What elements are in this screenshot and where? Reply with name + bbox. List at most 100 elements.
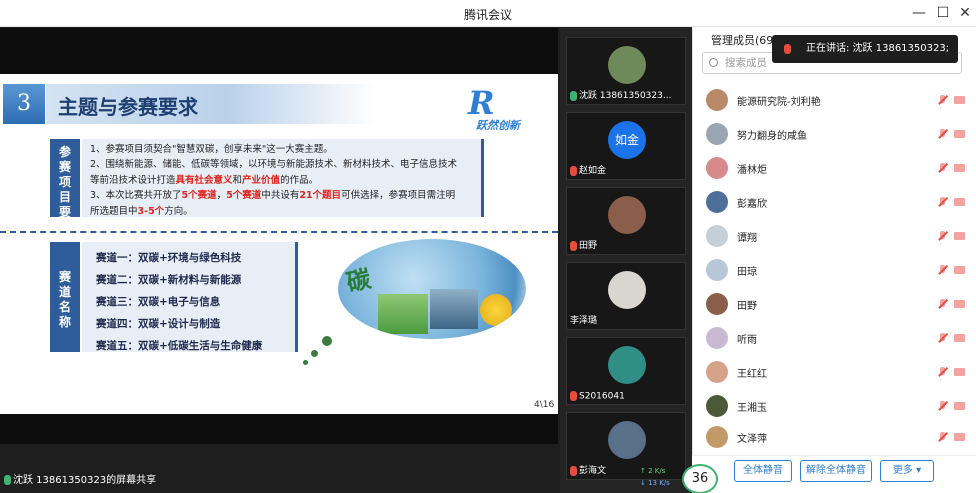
camera-off-icon[interactable] — [954, 433, 965, 441]
mic-muted-icon[interactable] — [938, 129, 948, 139]
video-tile[interactable]: S2016041 — [566, 337, 686, 405]
divider — [0, 231, 558, 233]
mic-muted-icon[interactable] — [938, 163, 948, 173]
avatar — [608, 421, 646, 459]
member-name: 能源研究院-刘利艳 — [737, 97, 821, 108]
mic-muted-icon — [570, 165, 577, 176]
mic-muted-icon[interactable] — [938, 197, 948, 207]
mic-muted-icon[interactable] — [938, 367, 948, 377]
network-quality-indicator[interactable]: 36 — [682, 464, 718, 493]
member-row[interactable]: 田野 — [692, 287, 976, 321]
slide-letterbox-top — [0, 28, 558, 74]
logo-text: 跃然创新 — [476, 119, 520, 132]
mic-icon — [570, 90, 577, 101]
member-row[interactable]: 文泽萍 — [692, 420, 976, 454]
more-button[interactable]: 更多 ▾ — [880, 460, 934, 482]
req-line: 1、参赛项目须契合"智慧双碳，创享未来"这一大赛主题。 — [90, 144, 333, 155]
tile-name: 沈跃 13861350323... — [579, 91, 672, 101]
avatar — [706, 327, 728, 349]
tile-name-tag: 沈跃 13861350323... — [570, 88, 671, 101]
member-row[interactable]: 能源研究院-刘利艳 — [692, 83, 976, 117]
requirements-label-text: 参赛项目要求 — [58, 145, 71, 234]
mic-icon — [784, 44, 791, 54]
avatar — [608, 271, 646, 309]
tile-name-tag: 彭海文 — [570, 463, 606, 476]
camera-off-icon[interactable] — [954, 266, 965, 274]
member-row[interactable]: 听雨 — [692, 321, 976, 355]
mic-muted-icon — [570, 240, 577, 251]
camera-off-icon[interactable] — [954, 96, 965, 104]
download-rate-value: 13 K/s — [648, 479, 670, 487]
member-name: 王红红 — [737, 369, 767, 380]
camera-off-icon[interactable] — [954, 164, 965, 172]
req-line: 2、围绕新能源、储能、低碳等领域，以环境与新能源技术、新材料技术、电子信息技术 — [90, 159, 458, 171]
slide-section-number: 3 — [3, 84, 45, 124]
member-row[interactable]: 努力翻身的咸鱼 — [692, 117, 976, 151]
mic-muted-icon[interactable] — [938, 265, 948, 275]
mic-muted-icon[interactable] — [938, 299, 948, 309]
camera-off-icon[interactable] — [954, 334, 965, 342]
screen-share-owner: 沈跃 13861350323的屏幕共享 — [13, 475, 157, 486]
avatar — [706, 123, 728, 145]
camera-off-icon[interactable] — [954, 130, 965, 138]
member-row[interactable]: 王湘玉 — [692, 389, 976, 423]
camera-off-icon[interactable] — [954, 368, 965, 376]
tile-name-tag: S2016041 — [570, 390, 625, 401]
maximize-button[interactable]: ☐ — [932, 3, 954, 23]
member-row[interactable]: 潘林炬 — [692, 151, 976, 185]
window-title: 腾讯会议 — [463, 8, 512, 22]
collage-grass — [378, 294, 428, 334]
camera-off-icon[interactable] — [954, 300, 965, 308]
avatar — [706, 157, 728, 179]
tile-name: 彭海文 — [579, 466, 607, 476]
member-name: 彭嘉欣 — [737, 199, 767, 210]
video-tile[interactable]: 田野 — [566, 187, 686, 255]
avatar — [706, 191, 728, 213]
speaking-toast: 正在讲话: 沈跃 13861350323; — [772, 35, 958, 63]
member-name: 努力翻身的咸鱼 — [737, 131, 807, 142]
brand-logo: R 跃然创新 — [464, 84, 544, 132]
avatar — [608, 346, 646, 384]
tile-name: S2016041 — [579, 391, 625, 401]
carbon-collage-image: 碳 — [338, 239, 526, 339]
member-row[interactable]: 王红红 — [692, 355, 976, 389]
bubble-dot — [311, 350, 318, 357]
mic-icon — [4, 475, 11, 485]
camera-off-icon[interactable] — [954, 232, 965, 240]
shared-slide: 3 主题与参赛要求 R 跃然创新 参赛项目要求 1、参赛项目须契合"智慧双碳，创… — [0, 74, 558, 414]
tracks-label: 赛道名称 — [50, 242, 80, 352]
req-line: 等前沿技术设计打造具有社会意义和产业价值的作品。 — [90, 174, 319, 186]
video-tile[interactable]: 沈跃 13861350323... — [566, 37, 686, 105]
minimize-button[interactable]: — — [908, 3, 930, 23]
member-name: 听雨 — [737, 335, 757, 346]
member-name: 田琼 — [737, 267, 757, 278]
camera-off-icon[interactable] — [954, 198, 965, 206]
unmute-all-button[interactable]: 解除全体静音 — [800, 460, 872, 482]
video-tile[interactable]: 如金 赵如金 — [566, 112, 686, 180]
slide-letterbox-bottom — [0, 414, 558, 444]
mic-muted-icon[interactable] — [938, 231, 948, 241]
close-button[interactable]: ✕ — [954, 3, 976, 23]
avatar — [706, 361, 728, 383]
track-item: 赛道三：双碳+电子与信息 — [96, 296, 221, 308]
member-row[interactable]: 田琼 — [692, 253, 976, 287]
member-name: 田野 — [737, 301, 757, 312]
mic-muted-icon[interactable] — [938, 333, 948, 343]
tile-name: 田野 — [579, 241, 598, 251]
video-tile[interactable]: 李泽璐 — [566, 262, 686, 330]
track-item: 赛道五：双碳+低碳生活与生命健康 — [96, 340, 263, 352]
member-row[interactable]: 谭翔 — [692, 219, 976, 253]
tile-name-tag: 田野 — [570, 238, 597, 251]
mic-muted-icon[interactable] — [938, 432, 948, 442]
avatar — [706, 293, 728, 315]
mute-all-button[interactable]: 全体静音 — [734, 460, 792, 482]
mic-muted-icon[interactable] — [938, 95, 948, 105]
member-row[interactable]: 彭嘉欣 — [692, 185, 976, 219]
mic-muted-icon[interactable] — [938, 401, 948, 411]
tracks-label-text: 赛道名称 — [58, 270, 71, 329]
camera-off-icon[interactable] — [954, 402, 965, 410]
mic-muted-icon — [570, 390, 577, 401]
avatar — [608, 196, 646, 234]
member-name: 文泽萍 — [737, 434, 767, 445]
bubble-dot — [322, 336, 332, 346]
